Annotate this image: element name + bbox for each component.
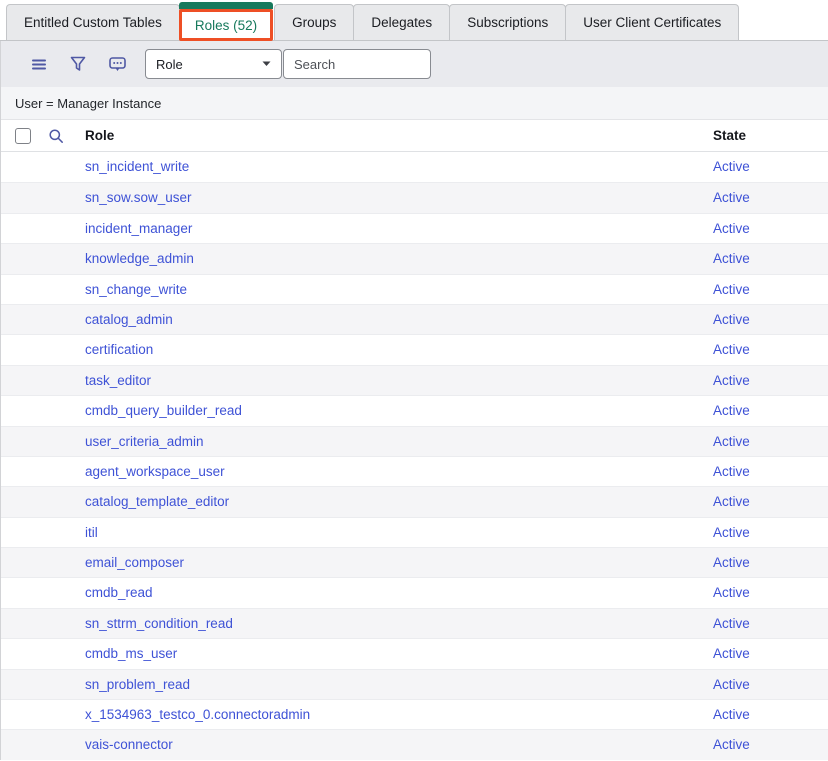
state-link[interactable]: Active xyxy=(713,335,750,365)
state-link[interactable]: Active xyxy=(713,305,750,335)
list-menu-icon-glyph xyxy=(31,56,47,72)
state-link[interactable]: Active xyxy=(713,366,750,396)
state-link[interactable]: Active xyxy=(713,578,750,608)
role-link[interactable]: knowledge_admin xyxy=(85,244,194,274)
tab-roles-highlight-box[interactable]: Roles (52) xyxy=(179,9,273,41)
state-link[interactable]: Active xyxy=(713,427,750,457)
state-link[interactable]: Active xyxy=(713,487,750,517)
state-link[interactable]: Active xyxy=(713,275,750,305)
table-row[interactable]: cmdb_ms_user Active xyxy=(1,638,828,668)
table-row[interactable]: vais-connector Active xyxy=(1,729,828,759)
state-link[interactable]: Active xyxy=(713,609,750,639)
state-link[interactable]: Active xyxy=(713,396,750,426)
table-row[interactable]: cmdb_read Active xyxy=(1,577,828,607)
role-link[interactable]: vais-connector xyxy=(85,730,173,760)
table-row[interactable]: cmdb_query_builder_read Active xyxy=(1,395,828,425)
column-header-state[interactable]: State xyxy=(713,120,746,152)
state-link[interactable]: Active xyxy=(713,548,750,578)
table-row[interactable]: sn_change_write Active xyxy=(1,274,828,304)
state-link[interactable]: Active xyxy=(713,700,750,730)
tab-subscriptions[interactable]: Subscriptions xyxy=(449,4,566,40)
tab-label: Subscriptions xyxy=(467,15,548,30)
state-link[interactable]: Active xyxy=(713,214,750,244)
table-row[interactable]: catalog_template_editor Active xyxy=(1,486,828,516)
role-link[interactable]: catalog_template_editor xyxy=(85,487,229,517)
role-link[interactable]: sn_change_write xyxy=(85,275,187,305)
select-all-checkbox[interactable] xyxy=(15,128,31,144)
table-body: sn_incident_write Active sn_sow.sow_user… xyxy=(1,152,828,760)
role-link[interactable]: sn_problem_read xyxy=(85,670,190,700)
table-row[interactable]: x_1534963_testco_0.connectoradmin Active xyxy=(1,699,828,729)
role-link[interactable]: email_composer xyxy=(85,548,184,578)
tab-roles[interactable]: Roles (52) xyxy=(179,2,273,41)
related-list-panel: Entitled Custom Tables Roles (52) Groups… xyxy=(0,0,828,760)
chat-icon-glyph xyxy=(109,56,126,72)
search-input[interactable] xyxy=(283,49,431,79)
filter-breadcrumb: User = Manager Instance xyxy=(1,87,828,120)
role-link[interactable]: sn_incident_write xyxy=(85,152,189,182)
table-header-row: Role State xyxy=(1,120,828,152)
table-row[interactable]: sn_problem_read Active xyxy=(1,669,828,699)
tab-bar: Entitled Custom Tables Roles (52) Groups… xyxy=(0,0,828,41)
state-link[interactable]: Active xyxy=(713,730,750,760)
role-link[interactable]: task_editor xyxy=(85,366,151,396)
role-link[interactable]: user_criteria_admin xyxy=(85,427,204,457)
chevron-down-icon xyxy=(262,61,271,67)
role-link[interactable]: cmdb_ms_user xyxy=(85,639,177,669)
state-link[interactable]: Active xyxy=(713,152,750,182)
state-link[interactable]: Active xyxy=(713,244,750,274)
role-link[interactable]: catalog_admin xyxy=(85,305,173,335)
role-link[interactable]: itil xyxy=(85,518,98,548)
tab-user-client-certificates[interactable]: User Client Certificates xyxy=(565,4,739,40)
chat-icon[interactable] xyxy=(107,54,127,74)
filter-icon-glyph xyxy=(70,56,86,72)
table-row[interactable]: user_criteria_admin Active xyxy=(1,426,828,456)
table-row[interactable]: task_editor Active xyxy=(1,365,828,395)
search-icon[interactable] xyxy=(48,128,64,144)
table-row[interactable]: sn_sttrm_condition_read Active xyxy=(1,608,828,638)
role-link[interactable]: x_1534963_testco_0.connectoradmin xyxy=(85,700,310,730)
tab-label: Groups xyxy=(292,15,336,30)
table-row[interactable]: certification Active xyxy=(1,334,828,364)
role-link[interactable]: cmdb_query_builder_read xyxy=(85,396,242,426)
state-link[interactable]: Active xyxy=(713,457,750,487)
state-link[interactable]: Active xyxy=(713,183,750,213)
role-link[interactable]: sn_sow.sow_user xyxy=(85,183,192,213)
column-header-role[interactable]: Role xyxy=(85,120,114,152)
tab-label: Entitled Custom Tables xyxy=(24,15,162,30)
list-menu-icon[interactable] xyxy=(29,54,49,74)
table-row[interactable]: sn_incident_write Active xyxy=(1,152,828,182)
role-link[interactable]: sn_sttrm_condition_read xyxy=(85,609,233,639)
table-row[interactable]: email_composer Active xyxy=(1,547,828,577)
tab-label: User Client Certificates xyxy=(583,15,721,30)
search-column-value: Role xyxy=(156,57,183,72)
tab-label: Delegates xyxy=(371,15,432,30)
search-column-select[interactable]: Role xyxy=(145,49,282,79)
state-link[interactable]: Active xyxy=(713,639,750,669)
breadcrumb-condition[interactable]: User = Manager Instance xyxy=(15,96,161,111)
tab-label: Roles (52) xyxy=(195,18,257,33)
role-link[interactable]: certification xyxy=(85,335,153,365)
state-link[interactable]: Active xyxy=(713,670,750,700)
role-link[interactable]: agent_workspace_user xyxy=(85,457,225,487)
tab-entitled-custom-tables[interactable]: Entitled Custom Tables xyxy=(6,4,180,40)
table-row[interactable]: catalog_admin Active xyxy=(1,304,828,334)
table-row[interactable]: sn_sow.sow_user Active xyxy=(1,182,828,212)
list-toolbar: Role xyxy=(1,41,828,87)
table-row[interactable]: knowledge_admin Active xyxy=(1,243,828,273)
role-link[interactable]: cmdb_read xyxy=(85,578,153,608)
table-row[interactable]: agent_workspace_user Active xyxy=(1,456,828,486)
tab-groups[interactable]: Groups xyxy=(274,4,354,40)
table-row[interactable]: itil Active xyxy=(1,517,828,547)
role-link[interactable]: incident_manager xyxy=(85,214,192,244)
tab-delegates[interactable]: Delegates xyxy=(353,4,450,40)
table-row[interactable]: incident_manager Active xyxy=(1,213,828,243)
filter-icon[interactable] xyxy=(68,54,88,74)
list-content: Role User = Manager Instance Role State xyxy=(0,41,828,760)
state-link[interactable]: Active xyxy=(713,518,750,548)
active-tab-indicator xyxy=(179,2,273,9)
search-icon-glyph xyxy=(48,128,64,144)
